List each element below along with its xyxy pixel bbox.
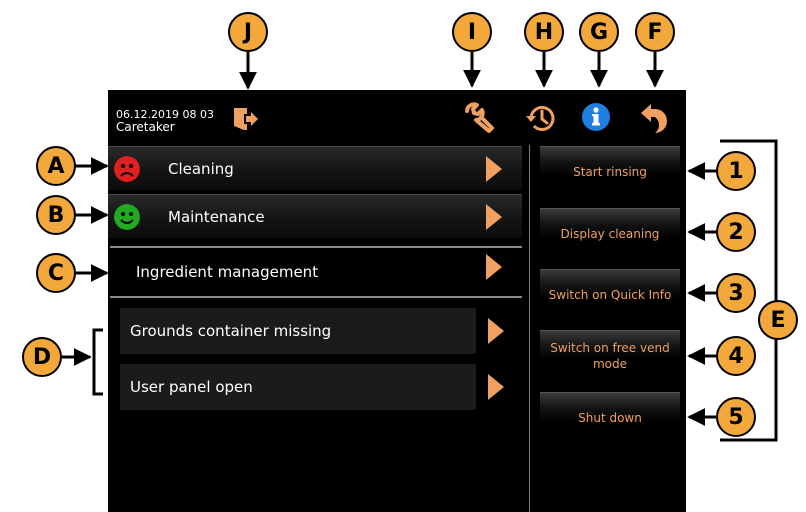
callout-c: C bbox=[36, 253, 76, 293]
callout-e: E bbox=[758, 300, 798, 340]
sad-face-icon bbox=[114, 156, 140, 182]
back-icon[interactable] bbox=[638, 102, 672, 134]
wrench-icon[interactable] bbox=[463, 102, 495, 134]
vertical-divider bbox=[529, 145, 530, 512]
start-rinsing-button[interactable]: Start rinsing bbox=[540, 146, 680, 196]
callout-j: J bbox=[228, 12, 268, 52]
device-screen: 06.12.2019 08 03 Caretaker Cleaning Main… bbox=[108, 90, 686, 512]
message-label: Grounds container missing bbox=[130, 322, 332, 340]
info-icon[interactable] bbox=[581, 102, 611, 132]
divider bbox=[110, 246, 522, 248]
arrow-right-icon bbox=[488, 374, 504, 400]
message-open-button[interactable] bbox=[476, 364, 522, 410]
menu-row-label: Cleaning bbox=[168, 160, 234, 178]
callout-d: D bbox=[22, 337, 62, 377]
quick-info-button[interactable]: Switch on Quick Info bbox=[540, 269, 680, 319]
callout-g: G bbox=[579, 12, 619, 52]
message-user-panel-open[interactable]: User panel open bbox=[120, 364, 522, 410]
menu-row-maintenance[interactable]: Maintenance bbox=[108, 194, 522, 238]
message-grounds-container-missing[interactable]: Grounds container missing bbox=[120, 308, 522, 354]
callout-4: 4 bbox=[716, 336, 756, 376]
callout-5: 5 bbox=[716, 397, 756, 437]
callout-a: A bbox=[36, 146, 76, 186]
callout-1: 1 bbox=[716, 151, 756, 191]
callout-2: 2 bbox=[716, 212, 756, 252]
callout-h: H bbox=[524, 12, 564, 52]
divider bbox=[110, 296, 522, 298]
logout-icon[interactable] bbox=[232, 106, 260, 132]
menu-row-label: Maintenance bbox=[168, 208, 265, 226]
history-icon[interactable] bbox=[523, 102, 557, 134]
arrow-right-icon bbox=[486, 204, 502, 230]
arrow-right-icon bbox=[486, 254, 502, 280]
display-cleaning-button[interactable]: Display cleaning bbox=[540, 208, 680, 258]
arrow-right-icon bbox=[486, 156, 502, 182]
free-vend-mode-button[interactable]: Switch on free vend mode bbox=[540, 330, 680, 380]
message-open-button[interactable] bbox=[476, 308, 522, 354]
callout-b: B bbox=[36, 195, 76, 235]
menu-row-cleaning[interactable]: Cleaning bbox=[108, 146, 522, 190]
callout-3: 3 bbox=[716, 273, 756, 313]
arrow-right-icon bbox=[488, 318, 504, 344]
callout-i: I bbox=[452, 12, 492, 52]
menu-row-label: Ingredient management bbox=[136, 263, 319, 281]
menu-row-ingredient-management[interactable]: Ingredient management bbox=[108, 250, 522, 294]
message-label: User panel open bbox=[130, 378, 253, 396]
header-user: Caretaker bbox=[116, 120, 175, 134]
happy-face-icon bbox=[114, 204, 140, 230]
callout-f: F bbox=[635, 12, 675, 52]
shut-down-button[interactable]: Shut down bbox=[540, 392, 680, 442]
